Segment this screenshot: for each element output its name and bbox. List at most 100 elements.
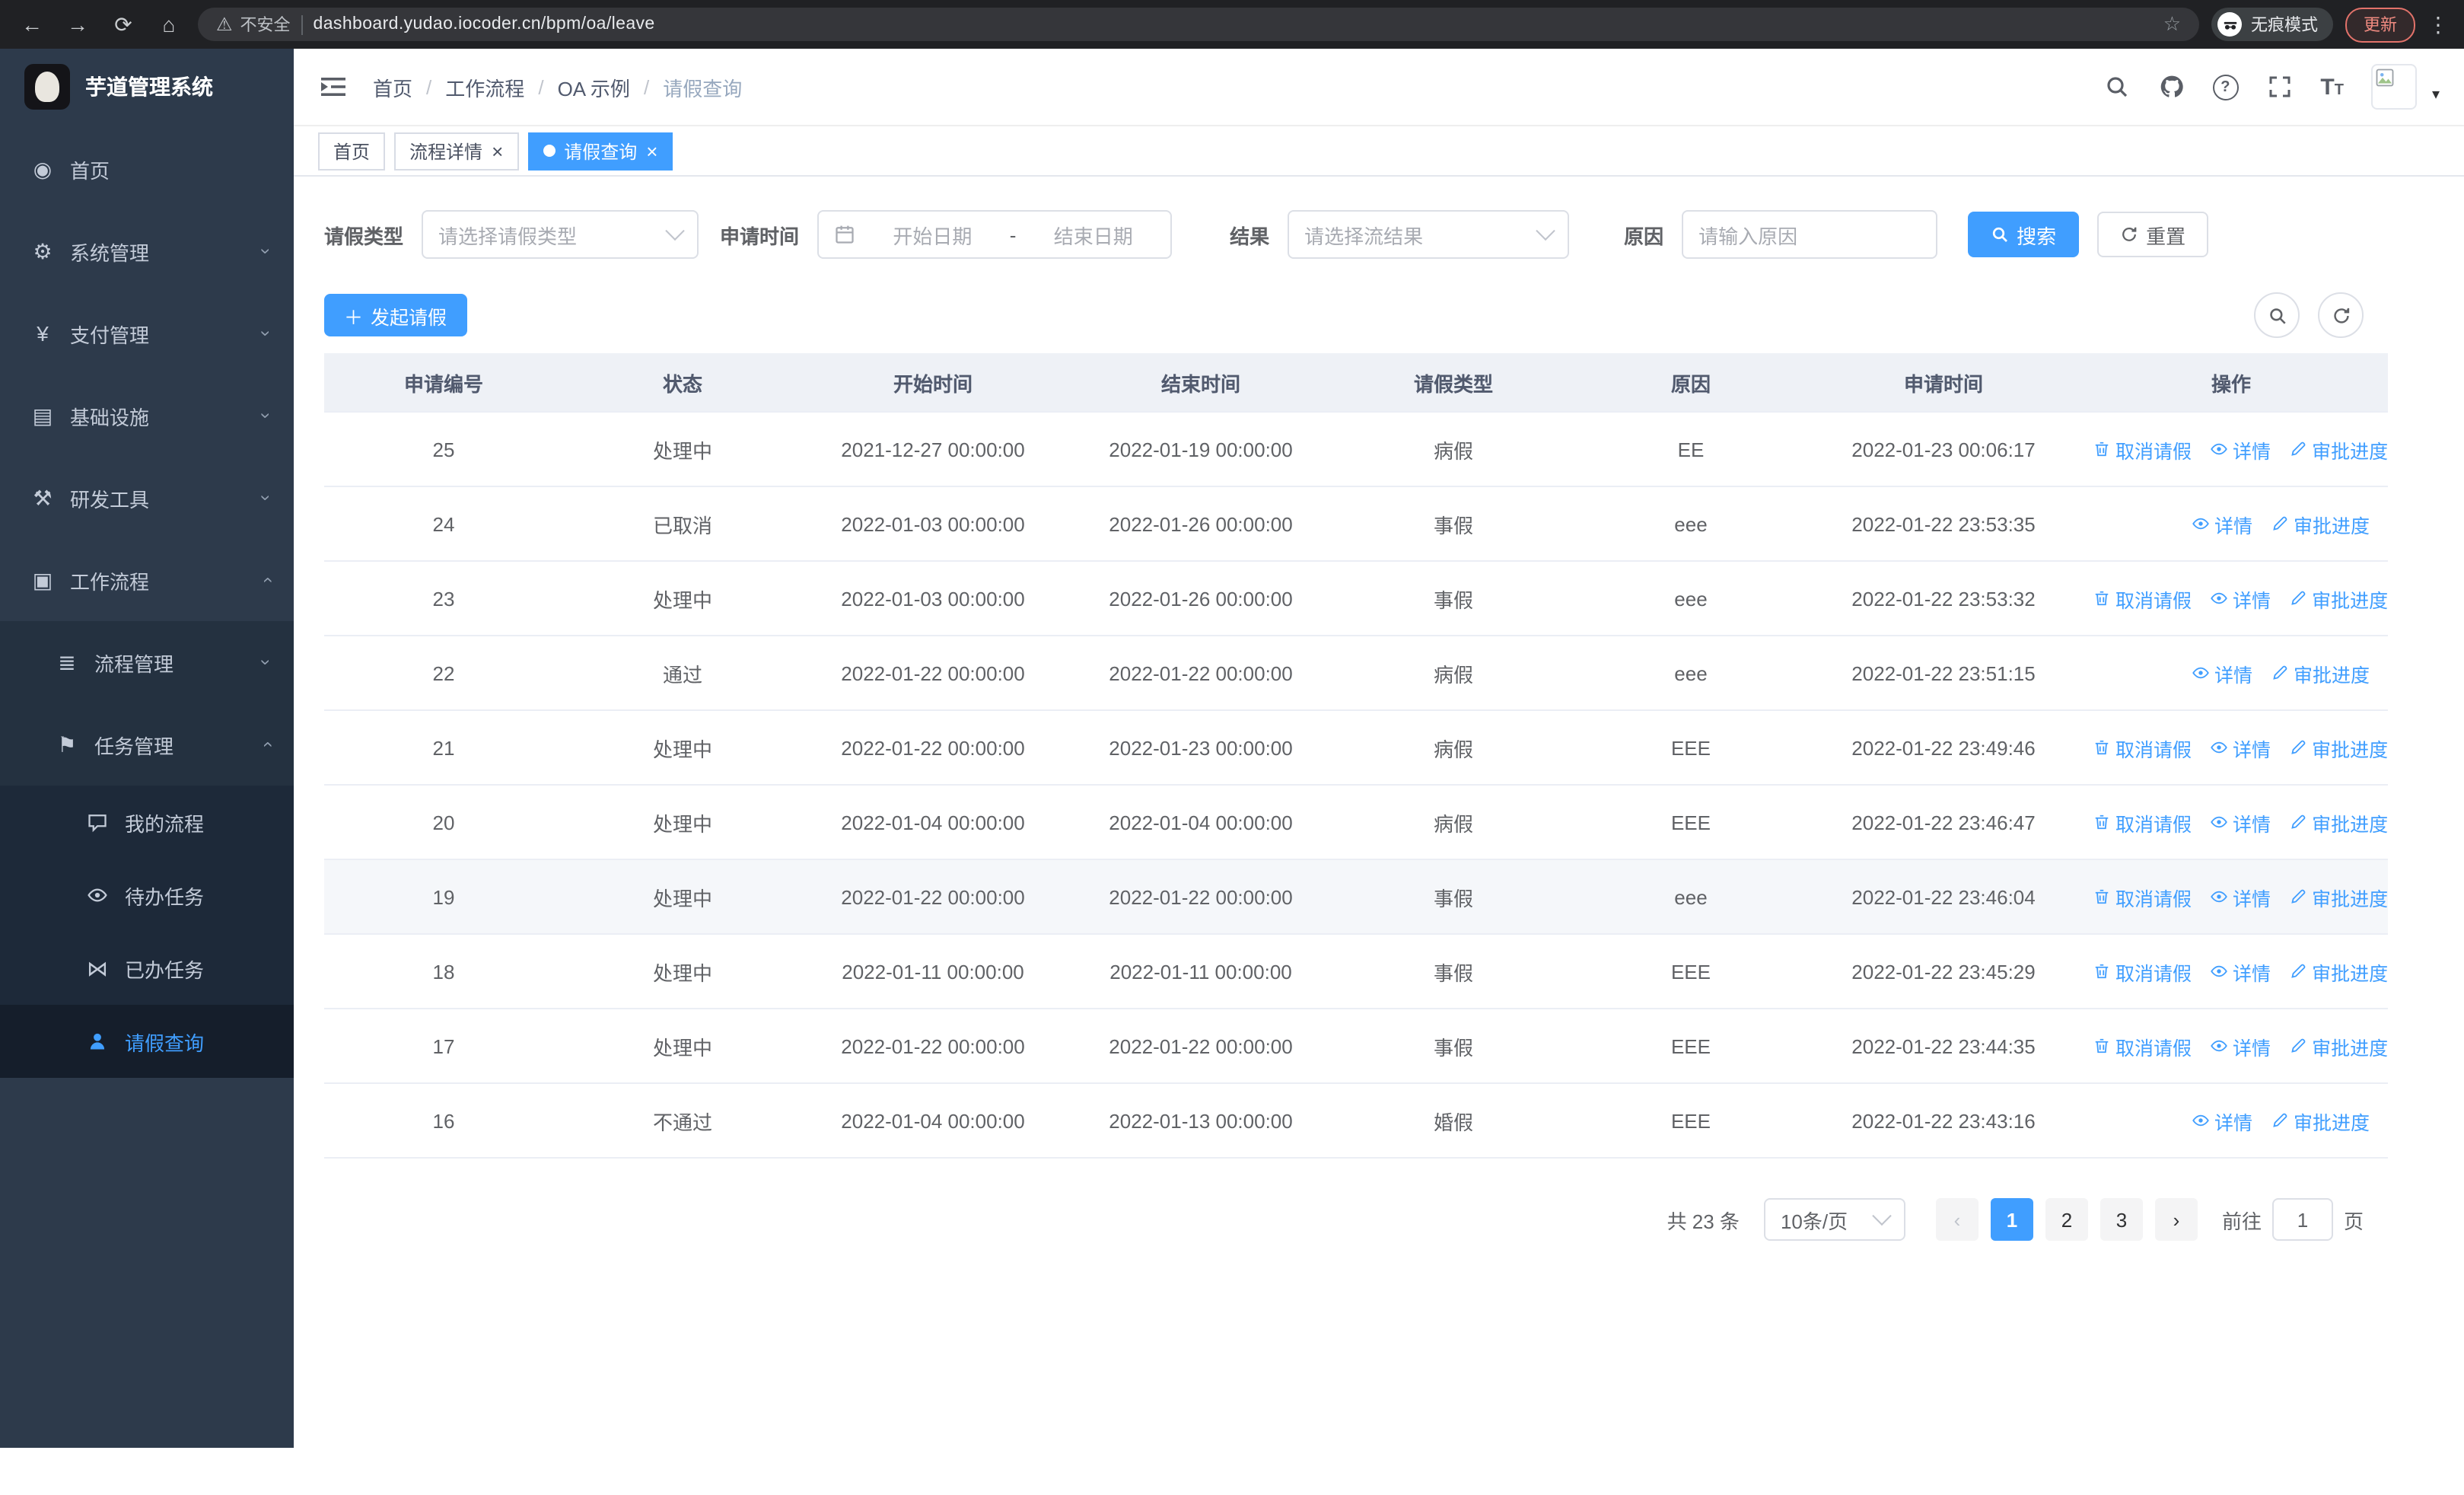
action-label: 详情 (2214, 515, 2252, 537)
cancel-leave-link[interactable]: 取消请假 (2093, 733, 2192, 762)
cell-id: 23 (324, 561, 563, 636)
sidebar-item-2[interactable]: ¥ 支付管理 › (0, 292, 294, 375)
detail-link[interactable]: 详情 (2210, 1031, 2271, 1060)
sidebar-item-0[interactable]: ◉ 首页 (0, 128, 294, 210)
sidebar-item-11[interactable]: 请假查询 (0, 1005, 294, 1078)
breadcrumb-item[interactable]: 首页 (373, 72, 412, 101)
cancel-leave-link[interactable]: 取消请假 (2093, 882, 2192, 911)
reset-button[interactable]: 重置 (2097, 212, 2209, 257)
forward-icon[interactable]: → (61, 8, 94, 41)
approval-progress-link[interactable]: 审批进度 (2271, 509, 2370, 538)
create-leave-button[interactable]: ＋ 发起请假 (324, 294, 467, 336)
back-icon[interactable]: ← (15, 8, 49, 41)
sidebar-item-10[interactable]: ⋈ 已办任务 (0, 932, 294, 1005)
cell-type: 事假 (1338, 934, 1569, 1009)
help-icon[interactable]: ? (2212, 74, 2239, 100)
sidebar-item-4[interactable]: ⚒ 研发工具 › (0, 457, 294, 539)
sidebar-menu: ◉ 首页 ⚙ 系统管理 › ¥ 支付管理 › ▤ 基础设施 › ⚒ 研发工具 › ▣ 工作流程 › ≣ 流程管理 › ⚑… (0, 128, 294, 1078)
collapse-sidebar-icon[interactable] (318, 72, 349, 102)
cancel-leave-link[interactable]: 取消请假 (2093, 808, 2192, 837)
close-icon[interactable]: × (492, 141, 503, 161)
detail-link[interactable]: 详情 (2192, 658, 2252, 687)
browser-update-button[interactable]: 更新 (2345, 7, 2415, 42)
browser-menu-icon[interactable]: ⋮ (2427, 11, 2449, 37)
approval-progress-link[interactable]: 审批进度 (2289, 957, 2388, 986)
cell-id: 25 (324, 412, 563, 487)
detail-link[interactable]: 详情 (2192, 509, 2252, 538)
home-icon[interactable]: ⌂ (152, 8, 186, 41)
not-secure-warning[interactable]: ⚠ 不安全 (216, 12, 291, 37)
refresh-icon[interactable] (2318, 292, 2364, 338)
tab-首页[interactable]: 首页 (318, 132, 386, 170)
detail-link[interactable]: 详情 (2210, 733, 2271, 762)
cancel-leave-link[interactable]: 取消请假 (2093, 957, 2192, 986)
github-icon[interactable] (2157, 73, 2185, 100)
tab-请假查询[interactable]: 请假查询 × (527, 132, 673, 170)
next-page-button[interactable]: › (2154, 1198, 2198, 1241)
toggle-search-icon[interactable] (2254, 292, 2300, 338)
cancel-leave-link[interactable]: 取消请假 (2093, 584, 2192, 613)
sidebar-item-9[interactable]: 待办任务 (0, 859, 294, 932)
sidebar-item-5[interactable]: ▣ 工作流程 › (0, 539, 294, 621)
chat-icon (85, 811, 110, 833)
sidebar-item-8[interactable]: 我的流程 (0, 786, 294, 859)
sidebar-item-3[interactable]: ▤ 基础设施 › (0, 375, 294, 457)
bookmark-star-icon[interactable]: ☆ (2163, 12, 2181, 37)
search-button[interactable]: 搜索 (1968, 212, 2080, 257)
detail-link[interactable]: 详情 (2210, 435, 2271, 464)
apply-time-label: 申请时间 (720, 225, 800, 247)
reason-input[interactable]: 请输入原因 (1682, 210, 1938, 259)
approval-progress-link[interactable]: 审批进度 (2289, 435, 2388, 464)
cell-status: 不通过 (563, 1083, 802, 1159)
cancel-leave-link[interactable]: 取消请假 (2093, 435, 2192, 464)
page-button-2[interactable]: 2 (2045, 1198, 2088, 1241)
cell-end: 2022-01-11 00:00:00 (1064, 934, 1338, 1009)
prev-page-button[interactable]: ‹ (1935, 1198, 1979, 1241)
column-header: 原因 (1569, 353, 1813, 413)
address-bar[interactable]: ⚠ 不安全 dashboard.yudao.iocoder.cn/bpm/oa/… (198, 8, 2199, 41)
page-size-select[interactable]: 10条/页 (1763, 1198, 1905, 1241)
table-row: 19 处理中 2022-01-22 00:00:00 2022-01-22 00:00… (324, 859, 2388, 935)
fullscreen-icon[interactable] (2265, 73, 2293, 100)
page-button-1[interactable]: 1 (1990, 1198, 2033, 1241)
close-icon[interactable]: × (646, 141, 657, 161)
result-select[interactable]: 请选择流结果 (1288, 210, 1570, 259)
approval-progress-link[interactable]: 审批进度 (2289, 1031, 2388, 1060)
breadcrumb-item[interactable]: OA 示例 (558, 72, 630, 101)
approval-progress-link[interactable]: 审批进度 (2289, 584, 2388, 613)
page-button-3[interactable]: 3 (2099, 1198, 2143, 1241)
detail-link[interactable]: 详情 (2192, 1106, 2252, 1135)
approval-progress-link[interactable]: 审批进度 (2289, 808, 2388, 837)
detail-link[interactable]: 详情 (2210, 882, 2271, 911)
sidebar-item-1[interactable]: ⚙ 系统管理 › (0, 210, 294, 292)
cell-status: 处理中 (563, 561, 802, 636)
approval-progress-link[interactable]: 审批进度 (2289, 733, 2388, 762)
trash-icon (2093, 962, 2111, 980)
approval-progress-link[interactable]: 审批进度 (2271, 1106, 2370, 1135)
avatar-caret-icon[interactable]: ▾ (2432, 87, 2440, 110)
font-size-icon[interactable]: TT (2320, 74, 2344, 100)
goto-page-input[interactable] (2271, 1198, 2333, 1241)
detail-link[interactable]: 详情 (2210, 584, 2271, 613)
chevron-down-icon (1536, 220, 1555, 241)
reload-icon[interactable]: ⟳ (107, 8, 140, 41)
tab-流程详情[interactable]: 流程详情 × (394, 132, 519, 170)
end-date-placeholder: 结束日期 (1053, 225, 1133, 247)
action-label: 审批进度 (2293, 1112, 2370, 1133)
start-date-placeholder: 开始日期 (893, 225, 973, 247)
leave-type-select[interactable]: 请选择请假类型 (422, 210, 699, 259)
approval-progress-link[interactable]: 审批进度 (2289, 882, 2388, 911)
detail-link[interactable]: 详情 (2210, 808, 2271, 837)
app-logo[interactable]: 芋道管理系统 (0, 49, 294, 125)
pagination: 共 23 条 10条/页 ‹ 123 › 前往 页 (324, 1198, 2364, 1241)
sidebar-item-6[interactable]: ≣ 流程管理 › (0, 621, 294, 703)
date-range-picker[interactable]: 开始日期 - 结束日期 (817, 210, 1173, 259)
search-icon[interactable] (2103, 73, 2130, 100)
user-avatar[interactable] (2370, 64, 2417, 110)
chevron-up-icon: › (256, 577, 277, 583)
detail-link[interactable]: 详情 (2210, 957, 2271, 986)
breadcrumb-item[interactable]: 工作流程 (445, 72, 524, 101)
sidebar-item-7[interactable]: ⚑ 任务管理 › (0, 703, 294, 786)
approval-progress-link[interactable]: 审批进度 (2271, 658, 2370, 687)
cancel-leave-link[interactable]: 取消请假 (2093, 1031, 2192, 1060)
